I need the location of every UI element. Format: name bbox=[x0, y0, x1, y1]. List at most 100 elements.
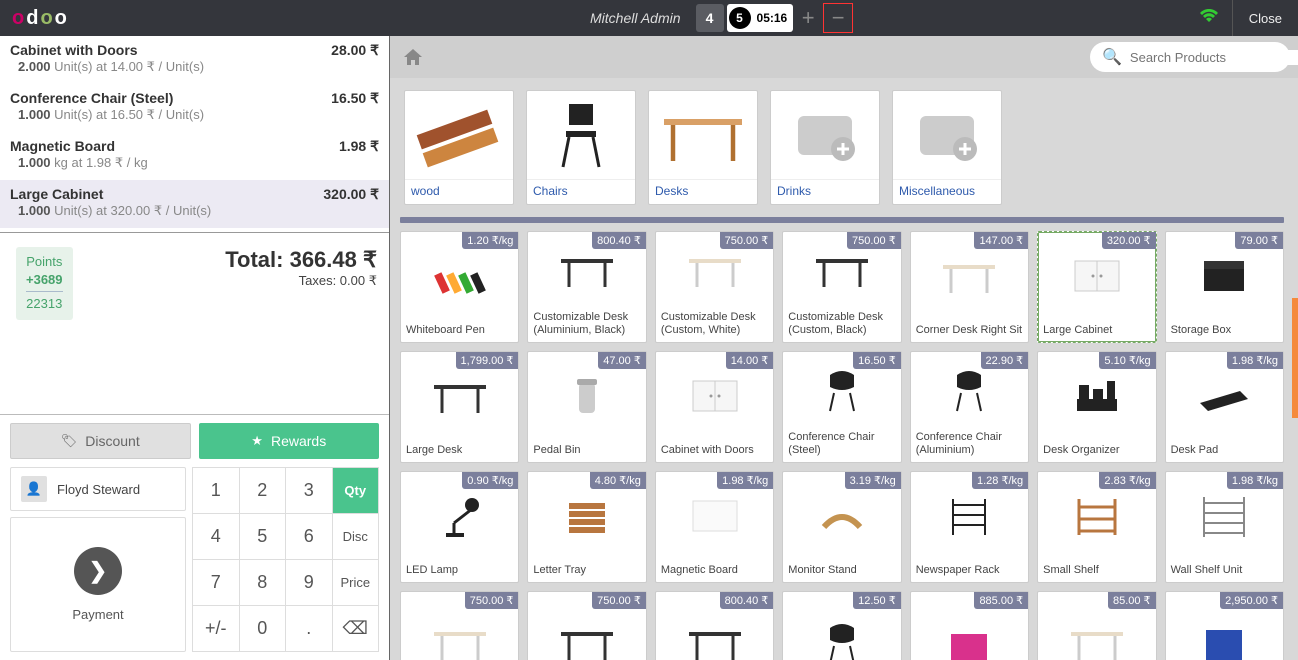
product-card[interactable]: 800.40 ₹Customizable Desk (Aluminium, Bl… bbox=[527, 231, 646, 343]
product-card[interactable]: 79.00 ₹Storage Box bbox=[1165, 231, 1284, 343]
key-5[interactable]: 5 bbox=[240, 514, 287, 560]
key-1[interactable]: 1 bbox=[193, 468, 240, 514]
product-card[interactable]: 1.98 ₹/kgWall Shelf Unit bbox=[1165, 471, 1284, 583]
product-card[interactable]: 147.00 ₹Corner Desk Right Sit bbox=[910, 231, 1029, 343]
product-card[interactable]: 885.00 ₹ bbox=[910, 591, 1029, 660]
rewards-button[interactable]: ★Rewards bbox=[199, 423, 380, 459]
key-2[interactable]: 2 bbox=[240, 468, 287, 514]
close-button[interactable]: Close bbox=[1232, 0, 1298, 36]
key-0[interactable]: 0 bbox=[240, 606, 287, 652]
product-card[interactable]: 22.90 ₹Conference Chair (Aluminium) bbox=[910, 351, 1029, 463]
discount-button[interactable]: 🏷Discount bbox=[10, 423, 191, 459]
remove-tab-button[interactable]: − bbox=[823, 3, 853, 33]
key-plusminus[interactable]: +/- bbox=[193, 606, 240, 652]
category-card[interactable]: Desks bbox=[648, 90, 758, 205]
product-name: Cabinet with Doors bbox=[656, 441, 773, 462]
product-name: Conference Chair (Aluminium) bbox=[911, 428, 1028, 462]
product-card[interactable]: 1.98 ₹/kgDesk Pad bbox=[1165, 351, 1284, 463]
key-7[interactable]: 7 bbox=[193, 560, 240, 606]
order-panel: Cabinet with Doors28.00 ₹2.000 Unit(s) a… bbox=[0, 36, 390, 660]
product-card[interactable]: 85.00 ₹ bbox=[1037, 591, 1156, 660]
product-name: Large Cabinet bbox=[1038, 321, 1155, 342]
key-dot[interactable]: . bbox=[286, 606, 333, 652]
product-card[interactable]: 3.19 ₹/kgMonitor Stand bbox=[782, 471, 901, 583]
tab-inactive[interactable]: 4 bbox=[696, 4, 724, 32]
product-price: 5.10 ₹/kg bbox=[1099, 352, 1155, 369]
product-card[interactable]: 750.00 ₹ bbox=[400, 591, 519, 660]
product-card[interactable]: 1.28 ₹/kgNewspaper Rack bbox=[910, 471, 1029, 583]
product-card[interactable]: 1,799.00 ₹Large Desk bbox=[400, 351, 519, 463]
product-card[interactable]: 750.00 ₹ bbox=[527, 591, 646, 660]
chevron-right-icon: ❯ bbox=[74, 547, 122, 595]
category-card[interactable]: Drinks bbox=[770, 90, 880, 205]
product-price: 750.00 ₹ bbox=[465, 592, 519, 609]
product-card[interactable]: 4.80 ₹/kgLetter Tray bbox=[527, 471, 646, 583]
order-line-name: Magnetic Board bbox=[10, 138, 115, 155]
product-card[interactable]: 750.00 ₹Customizable Desk (Custom, White… bbox=[655, 231, 774, 343]
product-card[interactable]: 800.40 ₹ bbox=[655, 591, 774, 660]
order-line[interactable]: Large Cabinet320.00 ₹1.000 Unit(s) at 32… bbox=[0, 180, 389, 228]
product-price: 14.00 ₹ bbox=[726, 352, 774, 369]
order-taxes: Taxes: 0.00 ₹ bbox=[225, 273, 377, 289]
order-line[interactable]: Conference Chair (Steel)16.50 ₹1.000 Uni… bbox=[0, 84, 389, 132]
tab-active[interactable]: 5 05:16 bbox=[727, 4, 794, 32]
tab-active-number: 5 bbox=[729, 7, 751, 29]
category-label: Chairs bbox=[527, 179, 635, 204]
search-input[interactable] bbox=[1130, 50, 1298, 65]
category-card[interactable]: Chairs bbox=[526, 90, 636, 205]
category-icon bbox=[527, 91, 635, 179]
category-card[interactable]: wood bbox=[404, 90, 514, 205]
product-card[interactable]: 2,950.00 ₹ bbox=[1165, 591, 1284, 660]
mode-qty[interactable]: Qty bbox=[333, 468, 380, 514]
product-price: 85.00 ₹ bbox=[1108, 592, 1156, 609]
session-tabs: 4 5 05:16 + − bbox=[693, 0, 854, 36]
key-3[interactable]: 3 bbox=[286, 468, 333, 514]
order-line-price: 320.00 ₹ bbox=[323, 186, 379, 203]
product-price: 800.40 ₹ bbox=[592, 232, 646, 249]
loyalty-points: Points +3689 22313 bbox=[16, 247, 73, 320]
product-price: 2,950.00 ₹ bbox=[1220, 592, 1283, 609]
product-card[interactable]: 320.00 ₹Large Cabinet bbox=[1037, 231, 1156, 343]
product-card[interactable]: 1.98 ₹/kgMagnetic Board bbox=[655, 471, 774, 583]
product-price: 750.00 ₹ bbox=[847, 232, 901, 249]
product-name: Customizable Desk (Custom, Black) bbox=[783, 308, 900, 342]
add-tab-button[interactable]: + bbox=[793, 3, 823, 33]
product-name: Wall Shelf Unit bbox=[1166, 561, 1283, 582]
home-button[interactable] bbox=[398, 42, 428, 72]
product-card[interactable]: 12.50 ₹ bbox=[782, 591, 901, 660]
product-card[interactable]: 0.90 ₹/kgLED Lamp bbox=[400, 471, 519, 583]
product-name: Corner Desk Right Sit bbox=[911, 321, 1028, 342]
numpad: 1 2 3 Qty 4 5 6 Disc 7 8 9 Price +/- 0 .… bbox=[192, 467, 379, 652]
key-4[interactable]: 4 bbox=[193, 514, 240, 560]
order-line[interactable]: Magnetic Board 1.98 ₹1.000 kg at 1.98 ₹ /… bbox=[0, 132, 389, 180]
category-label: Drinks bbox=[771, 179, 879, 204]
order-line-price: 28.00 ₹ bbox=[331, 42, 379, 59]
product-card[interactable]: 5.10 ₹/kgDesk Organizer bbox=[1037, 351, 1156, 463]
order-line-price: 1.98 ₹ bbox=[339, 138, 379, 155]
tag-icon: 🏷 bbox=[61, 433, 78, 449]
product-card[interactable]: 750.00 ₹ Customizable Desk (Custom, Black… bbox=[782, 231, 901, 343]
product-card[interactable]: 47.00 ₹Pedal Bin bbox=[527, 351, 646, 463]
user-name: Mitchell Admin bbox=[403, 10, 693, 26]
category-label: Miscellaneous bbox=[893, 179, 1001, 204]
scrollbar-thumb[interactable] bbox=[1292, 298, 1298, 418]
mode-disc[interactable]: Disc bbox=[333, 514, 380, 560]
key-8[interactable]: 8 bbox=[240, 560, 287, 606]
search-box[interactable]: 🔍 bbox=[1090, 42, 1290, 72]
product-card[interactable]: 2.83 ₹/kgSmall Shelf bbox=[1037, 471, 1156, 583]
key-9[interactable]: 9 bbox=[286, 560, 333, 606]
points-label: Points bbox=[26, 253, 63, 271]
key-6[interactable]: 6 bbox=[286, 514, 333, 560]
product-card[interactable]: 1.20 ₹/kgWhiteboard Pen bbox=[400, 231, 519, 343]
order-line-detail: 1.000 kg at 1.98 ₹ / kg bbox=[10, 155, 379, 171]
payment-button[interactable]: ❯ Payment bbox=[10, 517, 186, 652]
order-line-name: Large Cabinet bbox=[10, 186, 103, 203]
order-line[interactable]: Cabinet with Doors28.00 ₹2.000 Unit(s) a… bbox=[0, 36, 389, 84]
mode-price[interactable]: Price bbox=[333, 560, 380, 606]
product-card[interactable]: 14.00 ₹ Cabinet with Doors bbox=[655, 351, 774, 463]
category-icon bbox=[771, 91, 879, 179]
key-backspace[interactable]: ⌫ bbox=[333, 606, 380, 652]
customer-button[interactable]: 👤 Floyd Steward bbox=[10, 467, 186, 511]
category-card[interactable]: Miscellaneous bbox=[892, 90, 1002, 205]
product-card[interactable]: 16.50 ₹Conference Chair (Steel) bbox=[782, 351, 901, 463]
